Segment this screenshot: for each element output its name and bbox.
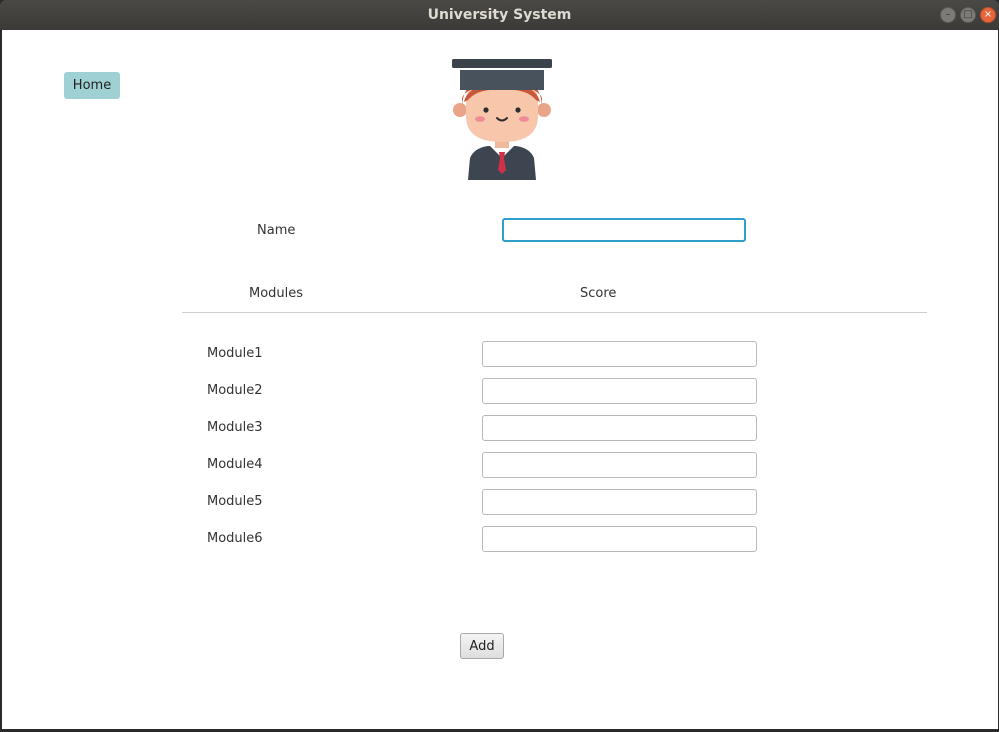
module-label: Module5 — [207, 494, 263, 509]
maximize-icon[interactable]: □ — [960, 7, 976, 23]
graduate-student-icon — [452, 59, 552, 180]
window-title: University System — [427, 7, 572, 23]
module5-score-input[interactable] — [482, 489, 757, 515]
score-column-header: Score — [580, 286, 617, 301]
module-label: Module1 — [207, 346, 263, 361]
add-button[interactable]: Add — [460, 633, 504, 659]
home-button[interactable]: Home — [64, 72, 120, 99]
close-icon[interactable]: × — [980, 7, 996, 23]
name-label: Name — [257, 223, 296, 238]
minimize-icon[interactable]: – — [940, 7, 956, 23]
module1-score-input[interactable] — [482, 341, 757, 367]
name-input[interactable] — [502, 218, 746, 242]
module4-score-input[interactable] — [482, 452, 757, 478]
module-label: Module3 — [207, 420, 263, 435]
module6-score-input[interactable] — [482, 526, 757, 552]
module2-score-input[interactable] — [482, 378, 757, 404]
module3-score-input[interactable] — [482, 415, 757, 441]
module-label: Module2 — [207, 383, 263, 398]
main-content: Home Name Modules Score Module1 Module2 … — [2, 30, 998, 729]
window-titlebar[interactable]: University System – □ × — [0, 0, 999, 30]
modules-column-header: Modules — [249, 286, 304, 301]
module-label: Module4 — [207, 457, 263, 472]
module-label: Module6 — [207, 531, 263, 546]
header-divider — [182, 312, 927, 313]
